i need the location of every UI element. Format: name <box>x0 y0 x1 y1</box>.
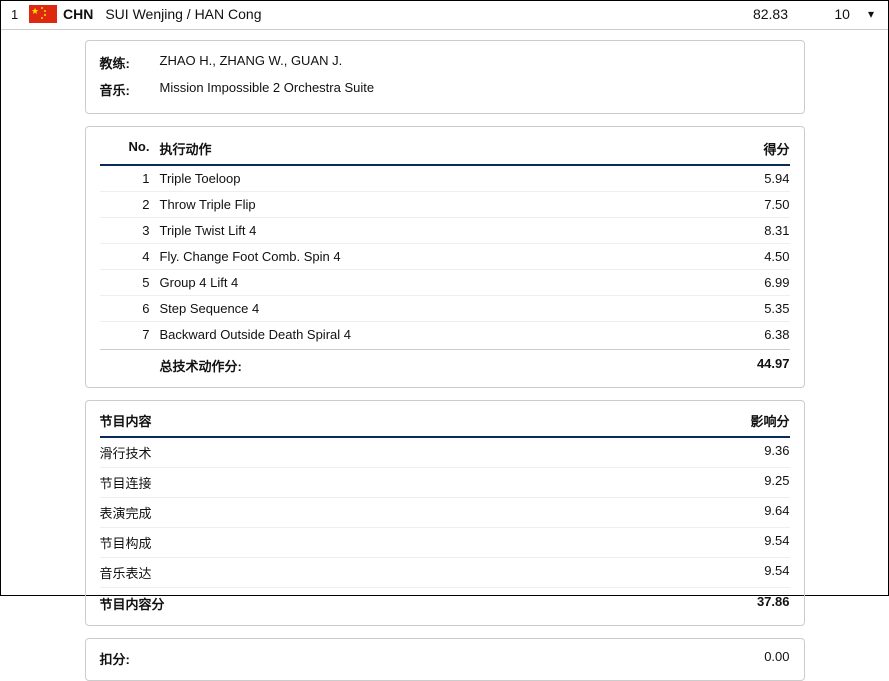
component-name: 节目连接 <box>100 473 710 492</box>
element-row: 3Triple Twist Lift 48.31 <box>100 218 790 244</box>
element-no: 4 <box>100 249 160 264</box>
col-score-header: 得分 <box>710 139 790 158</box>
deductions-card: 扣分: 0.00 <box>85 638 805 681</box>
component-row: 节目连接9.25 <box>100 468 790 498</box>
element-no: 6 <box>100 301 160 316</box>
deductions-value: 0.00 <box>710 649 790 668</box>
element-name: Triple Twist Lift 4 <box>160 223 710 238</box>
result-header-row[interactable]: 1 CHN SUI Wenjing / HAN Cong 82.83 10 ▾ <box>1 1 888 30</box>
component-name: 表演完成 <box>100 503 710 522</box>
music-value: Mission Impossible 2 Orchestra Suite <box>160 80 790 99</box>
component-row: 表演完成9.64 <box>100 498 790 528</box>
element-row: 2Throw Triple Flip7.50 <box>100 192 790 218</box>
element-row: 7Backward Outside Death Spiral 46.38 <box>100 322 790 347</box>
coach-value: ZHAO H., ZHANG W., GUAN J. <box>160 53 790 72</box>
element-score: 4.50 <box>710 249 790 264</box>
component-score: 9.54 <box>710 563 790 582</box>
element-name: Fly. Change Foot Comb. Spin 4 <box>160 249 710 264</box>
elements-card: No. 执行动作 得分 1Triple Toeloop5.942Throw Tr… <box>85 126 805 388</box>
component-score: 9.36 <box>710 443 790 462</box>
element-no: 2 <box>100 197 160 212</box>
components-score-header: 影响分 <box>710 411 790 430</box>
component-row: 节目构成9.54 <box>100 528 790 558</box>
deductions-row: 扣分: 0.00 <box>100 647 790 670</box>
component-score: 9.54 <box>710 533 790 552</box>
components-name-header: 节目内容 <box>100 411 710 430</box>
rank: 1 <box>11 7 29 22</box>
pair-name: SUI Wenjing / HAN Cong <box>105 6 708 22</box>
element-row: 6Step Sequence 45.35 <box>100 296 790 322</box>
element-name: Backward Outside Death Spiral 4 <box>160 327 710 342</box>
element-no: 7 <box>100 327 160 342</box>
component-name: 音乐表达 <box>100 563 710 582</box>
expand-toggle[interactable]: 10 ▾ <box>788 6 878 22</box>
component-score: 9.25 <box>710 473 790 492</box>
element-no: 3 <box>100 223 160 238</box>
col-no-header: No. <box>100 139 160 158</box>
country-code: CHN <box>63 6 93 22</box>
components-card: 节目内容 影响分 滑行技术9.36节目连接9.25表演完成9.64节目构成9.5… <box>85 400 805 626</box>
chevron-down-icon: ▾ <box>868 7 874 21</box>
components-total-label: 节目内容分 <box>100 594 710 613</box>
elements-total-row: 总技术动作分: 44.97 <box>100 349 790 377</box>
col-name-header: 执行动作 <box>160 139 710 158</box>
elements-body: 1Triple Toeloop5.942Throw Triple Flip7.5… <box>100 166 790 347</box>
element-name: Throw Triple Flip <box>160 197 710 212</box>
count-number: 10 <box>834 6 850 22</box>
element-name: Triple Toeloop <box>160 171 710 186</box>
element-score: 6.38 <box>710 327 790 342</box>
component-row: 音乐表达9.54 <box>100 558 790 588</box>
element-score: 5.94 <box>710 171 790 186</box>
coach-label: 教练: <box>100 53 160 72</box>
elements-total-value: 44.97 <box>710 356 790 375</box>
element-score: 6.99 <box>710 275 790 290</box>
element-no: 5 <box>100 275 160 290</box>
deductions-label: 扣分: <box>100 649 710 668</box>
flag-china-icon <box>29 5 57 23</box>
component-score: 9.64 <box>710 503 790 522</box>
components-total-value: 37.86 <box>710 594 790 613</box>
element-name: Step Sequence 4 <box>160 301 710 316</box>
component-name: 节目构成 <box>100 533 710 552</box>
elements-header: No. 执行动作 得分 <box>100 135 790 166</box>
music-row: 音乐: Mission Impossible 2 Orchestra Suite <box>100 76 790 103</box>
component-row: 滑行技术9.36 <box>100 438 790 468</box>
element-score: 8.31 <box>710 223 790 238</box>
total-score: 82.83 <box>708 6 788 22</box>
coach-row: 教练: ZHAO H., ZHANG W., GUAN J. <box>100 49 790 76</box>
components-total-row: 节目内容分 37.86 <box>100 588 790 615</box>
element-score: 5.35 <box>710 301 790 316</box>
components-body: 滑行技术9.36节目连接9.25表演完成9.64节目构成9.54音乐表达9.54 <box>100 438 790 588</box>
component-name: 滑行技术 <box>100 443 710 462</box>
element-no: 1 <box>100 171 160 186</box>
element-row: 4Fly. Change Foot Comb. Spin 44.50 <box>100 244 790 270</box>
element-row: 5Group 4 Lift 46.99 <box>100 270 790 296</box>
detail-content: 教练: ZHAO H., ZHANG W., GUAN J. 音乐: Missi… <box>85 30 805 681</box>
element-name: Group 4 Lift 4 <box>160 275 710 290</box>
music-label: 音乐: <box>100 80 160 99</box>
info-card: 教练: ZHAO H., ZHANG W., GUAN J. 音乐: Missi… <box>85 40 805 114</box>
element-row: 1Triple Toeloop5.94 <box>100 166 790 192</box>
components-header: 节目内容 影响分 <box>100 409 790 438</box>
element-score: 7.50 <box>710 197 790 212</box>
elements-total-label: 总技术动作分: <box>160 356 710 375</box>
